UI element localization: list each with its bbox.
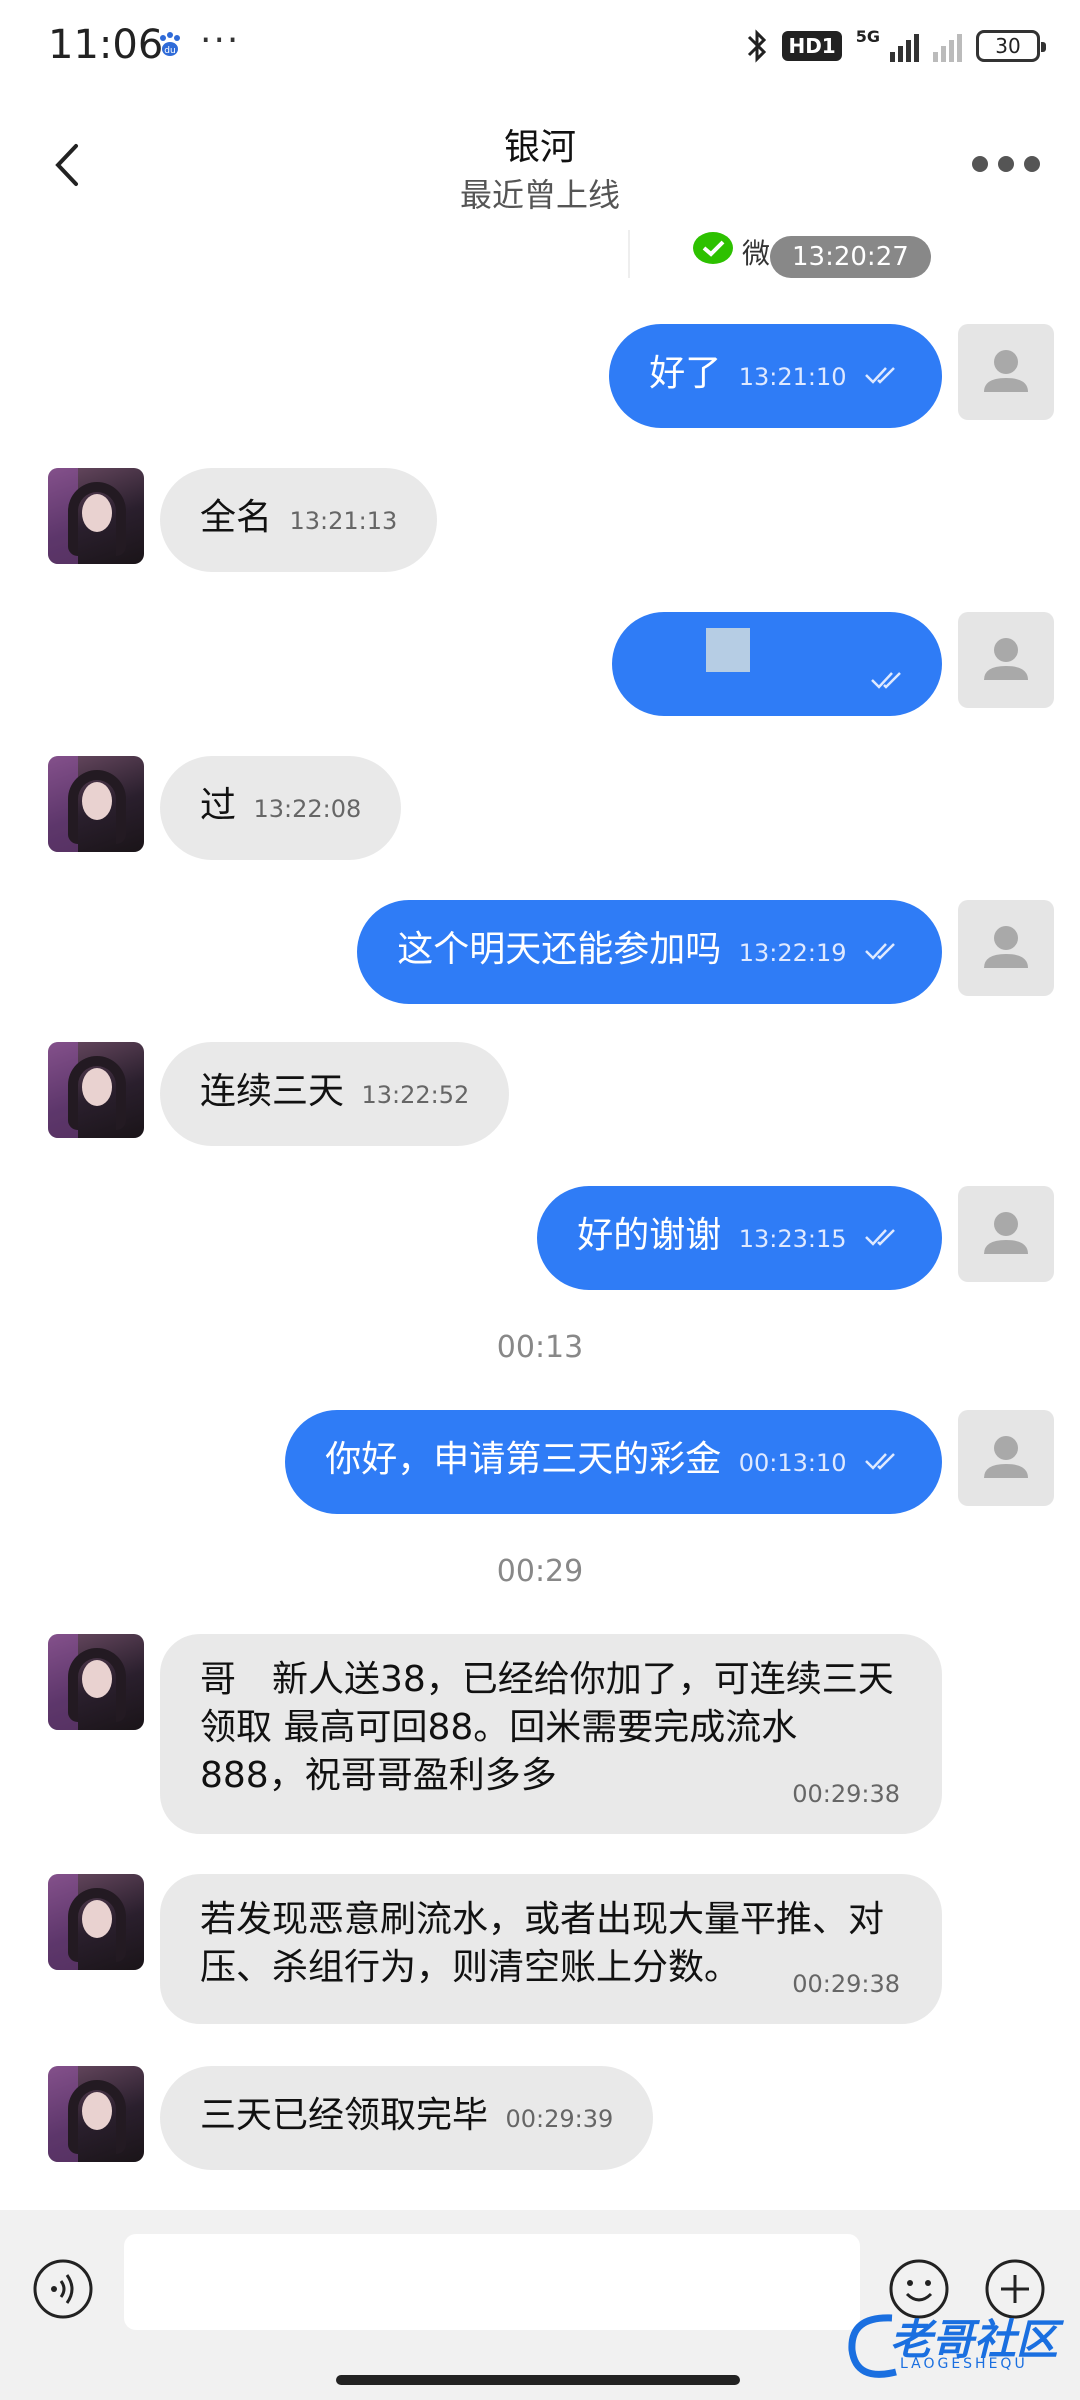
signal-weak-icon	[933, 30, 962, 62]
chat-screen: 11:06 du ··· HD1 5G 30 银河 最近曾上线 微 13:20:…	[0, 0, 1080, 2400]
message-row: 你好，申请第三天的彩金 00:13:10	[0, 1410, 1080, 1514]
message-time: 00:29:38	[792, 1970, 900, 1998]
contact-avatar[interactable]	[48, 1634, 144, 1730]
home-indicator[interactable]	[336, 2375, 740, 2385]
hd-badge: HD1	[782, 31, 842, 61]
double-check-icon	[865, 367, 895, 384]
divider	[628, 230, 630, 278]
chat-header: 银河 最近曾上线	[0, 100, 1080, 230]
status-bar: 11:06 du ··· HD1 5G 30	[0, 0, 1080, 90]
message-time: 13:21:13	[289, 507, 398, 535]
contact-name: 银河	[503, 127, 576, 168]
double-check-icon	[865, 1453, 895, 1470]
wechat-icon	[693, 232, 733, 264]
message-row: 好的谢谢 13:23:15	[0, 1186, 1080, 1290]
message-text: 连续三天	[200, 1071, 345, 1112]
more-icon[interactable]	[972, 156, 1040, 172]
message-row: 连续三天 13:22:52	[0, 1042, 1080, 1146]
my-avatar[interactable]	[958, 1410, 1054, 1506]
message-bubble-outgoing[interactable]: 好的谢谢 13:23:15	[537, 1186, 942, 1290]
default-avatar-icon	[984, 638, 1028, 680]
status-time: 11:06	[48, 22, 164, 68]
contact-avatar[interactable]	[48, 1874, 144, 1970]
message-time: 00:29:38	[792, 1780, 900, 1808]
message-time: 13:21:10	[738, 363, 847, 391]
message-text: 你好，申请第三天的彩金	[325, 1439, 722, 1480]
bluetooth-icon	[748, 29, 767, 63]
message-row: 哥 新人送38，已经给你加了，可连续三天领取 最高可回88。回米需要完成流水88…	[0, 1634, 1080, 1834]
message-text: 全名	[200, 497, 273, 538]
message-row: 这个明天还能参加吗 13:22:19	[0, 900, 1080, 1004]
default-avatar-icon	[984, 1212, 1028, 1254]
message-bubble-incoming[interactable]: 哥 新人送38，已经给你加了，可连续三天领取 最高可回88。回米需要完成流水88…	[160, 1634, 942, 1834]
partial-message[interactable]: 微 13:20:27	[628, 230, 940, 282]
message-time: 00:29:39	[505, 2105, 614, 2133]
partial-time: 13:20:27	[770, 236, 931, 278]
message-text: 这个明天还能参加吗	[397, 929, 722, 970]
message-row: 三天已经领取完毕 00:29:39	[0, 2066, 1080, 2170]
double-check-icon	[871, 672, 901, 689]
time-divider: 00:13	[496, 1330, 584, 1365]
message-bubble-redacted[interactable]	[612, 612, 942, 716]
message-bubble-outgoing[interactable]: 这个明天还能参加吗 13:22:19	[357, 900, 942, 1004]
watermark-sub: LAOGESHEQU	[900, 2356, 1028, 2372]
my-avatar[interactable]	[958, 324, 1054, 420]
contact-avatar[interactable]	[48, 1042, 144, 1138]
partial-preview: 微	[742, 237, 771, 270]
message-input[interactable]	[124, 2234, 860, 2330]
message-bubble-incoming[interactable]: 全名 13:21:13	[160, 468, 438, 572]
message-bubble-outgoing[interactable]: 你好，申请第三天的彩金 00:13:10	[285, 1410, 942, 1514]
battery-icon: 30	[976, 30, 1046, 62]
signal-strength-icon	[890, 30, 919, 62]
message-text: 好的谢谢	[577, 1215, 722, 1256]
message-row: 好了 13:21:10	[0, 324, 1080, 428]
message-row	[0, 612, 1080, 716]
contact-status: 最近曾上线	[459, 176, 620, 214]
message-time: 13:22:52	[361, 1081, 470, 1109]
message-bubble-outgoing[interactable]: 好了 13:21:10	[609, 324, 942, 428]
message-bubble-incoming[interactable]: 连续三天 13:22:52	[160, 1042, 510, 1146]
default-avatar-icon	[984, 350, 1028, 392]
time-divider: 00:29	[496, 1554, 584, 1589]
my-avatar[interactable]	[958, 900, 1054, 996]
contact-avatar[interactable]	[48, 468, 144, 564]
network-type: 5G	[855, 26, 880, 46]
message-time: 13:22:19	[738, 939, 847, 967]
notification-more: ···	[200, 20, 241, 61]
message-bubble-incoming[interactable]: 三天已经领取完毕 00:29:39	[160, 2066, 654, 2170]
message-row: 若发现恶意刷流水，或者出现大量平推、对压、杀组行为，则清空账上分数。 00:29…	[0, 1874, 1080, 2024]
my-avatar[interactable]	[958, 612, 1054, 708]
message-time: 13:22:08	[253, 795, 362, 823]
message-bubble-incoming[interactable]: 若发现恶意刷流水，或者出现大量平推、对压、杀组行为，则清空账上分数。 00:29…	[160, 1874, 942, 2024]
contact-avatar[interactable]	[48, 2066, 144, 2162]
message-text: 三天已经领取完毕	[200, 2095, 489, 2136]
double-check-icon	[865, 1229, 895, 1246]
status-right: HD1 5G 30	[746, 26, 1046, 66]
baidu-icon: du	[160, 32, 180, 56]
default-avatar-icon	[984, 1436, 1028, 1478]
double-check-icon	[865, 943, 895, 960]
message-row: 过 13:22:08	[0, 756, 1080, 860]
message-row: 全名 13:21:13	[0, 468, 1080, 572]
message-text: 过	[200, 785, 237, 826]
message-time: 00:13:10	[738, 1449, 847, 1477]
default-avatar-icon	[984, 926, 1028, 968]
battery-level: 30	[995, 34, 1021, 58]
my-avatar[interactable]	[958, 1186, 1054, 1282]
contact-avatar[interactable]	[48, 756, 144, 852]
svg-text:du: du	[164, 46, 175, 56]
message-time: 13:23:15	[738, 1225, 847, 1253]
watermark-logo: 老哥社区 LAOGESHEQU	[840, 2300, 1070, 2390]
voice-icon[interactable]	[32, 2258, 94, 2320]
message-text: 好了	[649, 353, 722, 394]
message-bubble-incoming[interactable]: 过 13:22:08	[160, 756, 402, 860]
redaction-block	[706, 628, 750, 672]
